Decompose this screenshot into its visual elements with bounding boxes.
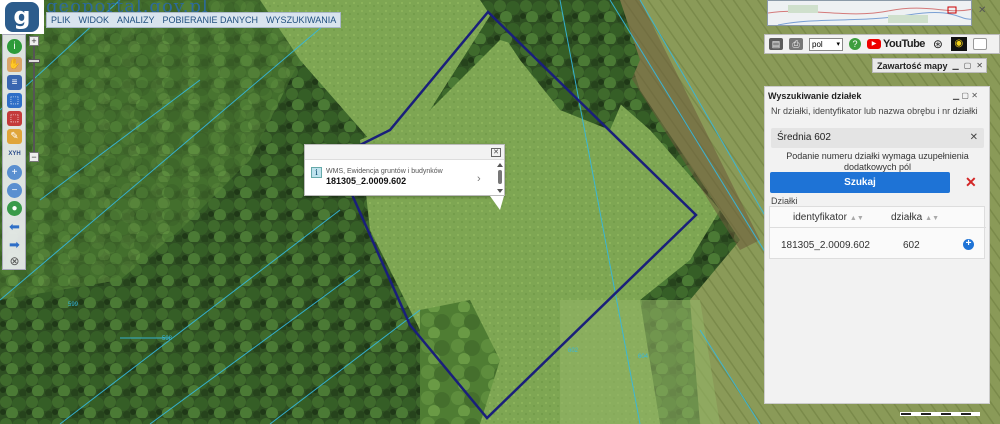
language-select[interactable]: pol ▾ [809, 37, 843, 51]
app-root: 602 604 599 598 g geoportal.gov.pl PLIK … [0, 0, 1000, 424]
flag-icon[interactable] [972, 38, 987, 50]
back-arrow-icon[interactable]: ⬅ [7, 219, 22, 234]
logo-letter: g [5, 2, 39, 32]
coordinates-xyh-icon[interactable]: XYH [7, 147, 22, 162]
zoom-handle[interactable] [28, 59, 40, 63]
popup-parcel-id: 181305_2.0009.602 [326, 176, 407, 186]
clear-search-icon[interactable]: ✕ [970, 128, 978, 148]
pencil-icon[interactable]: ✎ [7, 129, 22, 144]
maximize-icon[interactable]: ▢ [961, 91, 969, 100]
select-area-icon[interactable]: ⬚ [7, 93, 22, 108]
close-icon[interactable]: ✕ [971, 91, 978, 100]
feature-info-popup: ✕ i WMS, Ewidencja gruntów i budynków 18… [304, 144, 505, 196]
cell-dzialka: 602 [903, 240, 920, 251]
accessibility-icon[interactable]: ⊛ [931, 38, 945, 50]
parcel-label-599: 599 [68, 302, 79, 308]
popup-pointer [490, 196, 504, 210]
column-header-label: działka [891, 212, 923, 223]
minimap-graphic [768, 1, 971, 25]
popup-close-icon[interactable]: ✕ [491, 148, 501, 157]
add-to-map-icon[interactable]: + [963, 239, 974, 250]
results-table: identyfikator ▲▼ działka ▲▼ 181305_2.0009.… [769, 206, 986, 259]
popup-scrollbar[interactable] [497, 163, 503, 193]
info-icon[interactable]: i [7, 39, 22, 54]
column-header-dzialka[interactable]: działka ▲▼ [891, 212, 939, 223]
sort-icon: ▲▼ [849, 215, 864, 222]
parcel-label-598: 598 [162, 336, 173, 342]
column-header-label: identyfikator [793, 212, 847, 223]
parcel-search-panel: Wyszukiwanie działek ▁ ▢ ✕ Nr działki, i… [764, 86, 990, 404]
layers-list-icon[interactable]: ≡ [7, 75, 22, 90]
contents-label: Zawartość mapy [877, 60, 948, 71]
language-value: pol [812, 39, 823, 49]
minimap-close-icon[interactable]: ✕ [978, 5, 986, 16]
close-icon[interactable]: ✕ [976, 61, 983, 70]
panel-title: Wyszukiwanie działek [768, 91, 862, 101]
header-divider [770, 227, 986, 228]
sort-icon: ▲▼ [925, 215, 939, 222]
globe-icon[interactable]: ● [7, 201, 22, 216]
parcel-search-input[interactable]: Średnia 602 ✕ [771, 128, 984, 148]
menu-pobieranie-danych[interactable]: POBIERANIE DANYCH [159, 13, 263, 27]
youtube-icon: ▶ [867, 39, 881, 49]
eye-icon[interactable]: ◉ [950, 37, 967, 51]
youtube-link[interactable]: ▶ YouTube [867, 38, 925, 50]
top-toolbar: ▤ ⎙ pol ▾ ? ▶ YouTube ⊛ ◉ [764, 34, 1000, 54]
main-menu: PLIK WIDOK ANALIZY POBIERANIE DANYCH WYS… [46, 12, 342, 28]
layers-icon[interactable]: ▤ [769, 38, 783, 50]
pan-hand-icon[interactable]: ✋ [7, 57, 22, 72]
zoom-minus-button[interactable]: − [29, 152, 39, 162]
popup-titlebar: ✕ [305, 145, 504, 160]
menu-widok[interactable]: WIDOK [75, 13, 114, 27]
menu-wyszukiwania[interactable]: WYSZUKIWANIA [262, 13, 340, 27]
clear-icon[interactable]: ⊗ [7, 254, 22, 269]
cell-identyfikator: 181305_2.0009.602 [781, 240, 870, 251]
tool-column: i ✋ ≡ ⬚ ⬚ ✎ XYH + − ● ⬅ ➡ ⊗ [2, 34, 26, 270]
scale-bar [900, 412, 980, 416]
chevron-down-icon: ▾ [836, 40, 840, 48]
search-hint: Nr działki, identyfikator lub nazwa obrę… [771, 106, 978, 116]
zoom-out-icon[interactable]: − [7, 183, 22, 198]
maximize-icon[interactable]: ▢ [964, 61, 972, 70]
menu-plik[interactable]: PLIK [47, 13, 75, 27]
forward-arrow-icon[interactable]: ➡ [7, 237, 22, 252]
parcel-label-604: 604 [638, 354, 649, 360]
menu-analizy[interactable]: ANALIZY [113, 13, 159, 27]
print-icon[interactable]: ⎙ [789, 38, 803, 50]
column-header-identyfikator[interactable]: identyfikator ▲▼ [793, 212, 864, 223]
popup-source: WMS, Ewidencja gruntów i budynków [326, 168, 443, 175]
parcel-label-602: 602 [568, 348, 579, 354]
help-icon[interactable]: ? [849, 38, 861, 50]
zoom-slider[interactable]: + − [28, 36, 40, 162]
search-query: Średnia 602 [777, 132, 831, 143]
delete-selection-icon[interactable]: ⬚ [7, 111, 22, 126]
search-info-message: Podanie numeru działki wymaga uzupełnien… [786, 151, 969, 172]
minimize-icon[interactable]: ▁ [953, 61, 959, 70]
zoom-plus-button[interactable]: + [29, 36, 39, 46]
overview-minimap[interactable] [767, 0, 972, 26]
search-button[interactable]: Szukaj [770, 172, 950, 193]
youtube-label: YouTube [883, 38, 925, 50]
panel-controls: ▁ ▢ ✕ [953, 91, 978, 100]
geoportal-logo[interactable]: g [0, 0, 44, 34]
zoom-in-icon[interactable]: + [7, 165, 22, 180]
map-contents-tab[interactable]: Zawartość mapy ▁ ▢ ✕ [872, 58, 987, 73]
minimize-icon[interactable]: ▁ [953, 91, 959, 100]
chevron-right-icon[interactable]: › [477, 173, 481, 185]
results-label: Działki [771, 196, 798, 206]
cancel-search-icon[interactable]: ✕ [965, 174, 977, 190]
info-icon: i [311, 167, 322, 178]
